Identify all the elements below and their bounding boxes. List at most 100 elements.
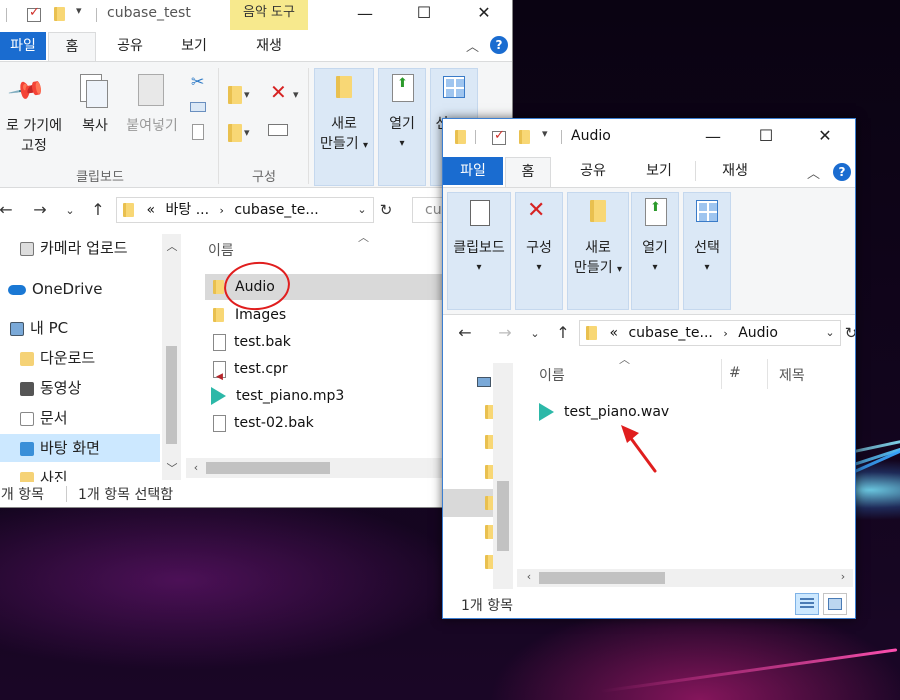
recent-locations-chevron-icon[interactable]: ⌄: [60, 199, 80, 223]
address-history-chevron-icon[interactable]: ⌄: [352, 198, 372, 222]
close-icon[interactable]: ✕: [813, 126, 837, 146]
breadcrumb-cubase-test[interactable]: cubase_te...: [628, 325, 712, 341]
list-item[interactable]: test.cpr: [205, 356, 445, 390]
delete-icon[interactable]: ✕: [270, 80, 287, 104]
breadcrumb-separator-icon[interactable]: ›: [220, 204, 224, 217]
close-icon[interactable]: ✕: [472, 3, 496, 23]
up-arrow-icon[interactable]: ↑: [553, 321, 573, 345]
recent-locations-chevron-icon[interactable]: ⌄: [525, 322, 545, 346]
title-bar[interactable]: ▾ cubase_test 음악 도구 — ☐ ✕: [0, 0, 512, 30]
nav-item-videos[interactable]: 동영상: [20, 374, 81, 402]
cut-icon[interactable]: ✂: [191, 72, 204, 91]
tab-share[interactable]: 공유: [567, 157, 619, 185]
customize-toolbar-chevron-icon[interactable]: ▾: [542, 127, 548, 140]
help-icon[interactable]: ?: [833, 163, 851, 181]
address-history-chevron-icon[interactable]: ⌄: [820, 321, 840, 345]
maximize-icon[interactable]: ☐: [412, 3, 436, 23]
back-arrow-icon[interactable]: ←: [0, 198, 16, 222]
scroll-down-icon[interactable]: ﹀: [164, 460, 180, 476]
rename-icon[interactable]: [268, 124, 288, 136]
scroll-thumb[interactable]: [539, 572, 665, 584]
column-divider[interactable]: [767, 359, 768, 389]
select-button[interactable]: 선택 ▾: [683, 238, 731, 278]
new-folder-icon[interactable]: [54, 7, 65, 21]
copy-button[interactable]: 복사: [72, 116, 118, 136]
nav-pane-scrollbar[interactable]: ︿ ﹀: [162, 234, 181, 480]
nav-item-desktop[interactable]: 바탕 화면: [0, 434, 160, 462]
column-header-number[interactable]: #: [729, 365, 741, 381]
help-icon[interactable]: ?: [490, 36, 508, 54]
breadcrumb-audio[interactable]: Audio: [738, 325, 778, 341]
nav-item-onedrive[interactable]: OneDrive: [8, 275, 103, 303]
nav-item-documents[interactable]: 문서: [20, 404, 68, 432]
properties-icon[interactable]: [492, 128, 506, 145]
column-divider[interactable]: [721, 359, 722, 389]
forward-arrow-icon[interactable]: →: [30, 198, 50, 222]
breadcrumb-desktop[interactable]: 바탕 ...: [165, 202, 209, 218]
tab-play[interactable]: 재생: [705, 157, 765, 185]
copy-to-icon[interactable]: [228, 124, 242, 142]
delete-dropdown-icon[interactable]: ▾: [293, 88, 299, 101]
back-arrow-icon[interactable]: ←: [455, 321, 475, 345]
new-folder-icon[interactable]: [519, 130, 530, 144]
scroll-thumb[interactable]: [206, 462, 330, 474]
nav-item-selected[interactable]: [443, 489, 496, 517]
breadcrumb-separator-icon[interactable]: ›: [723, 327, 727, 340]
customize-toolbar-chevron-icon[interactable]: ▾: [76, 4, 82, 17]
nav-item-downloads[interactable]: 다운로드: [20, 344, 95, 372]
pin-to-quick-access-button[interactable]: 로 가기에 고정: [0, 116, 72, 156]
explorer-window-cubase-test[interactable]: ▾ cubase_test 음악 도구 — ☐ ✕ 파일 홈 공유 보기 재생 …: [0, 0, 513, 508]
nav-item-this-pc[interactable]: 내 PC: [10, 314, 68, 342]
list-item[interactable]: test-02.bak: [205, 410, 445, 436]
paste-button[interactable]: 붙여넣기: [120, 116, 184, 136]
large-icons-view-icon[interactable]: [823, 593, 847, 615]
move-to-icon[interactable]: [228, 86, 242, 104]
paste-shortcut-icon[interactable]: [192, 124, 204, 140]
nav-item-camera-upload[interactable]: 카메라 업로드: [20, 234, 128, 262]
clipboard-button[interactable]: 클립보드 ▾: [447, 238, 511, 278]
computer-icon[interactable]: [477, 377, 491, 387]
column-header-title[interactable]: 제목: [779, 365, 805, 385]
nav-item-pictures[interactable]: 사진: [20, 464, 68, 482]
scroll-up-icon[interactable]: ︿: [164, 238, 180, 254]
properties-icon[interactable]: [27, 5, 41, 22]
copy-to-dropdown-icon[interactable]: ▾: [244, 126, 250, 139]
collapse-ribbon-chevron-icon[interactable]: ︿: [466, 36, 479, 55]
list-item[interactable]: test_piano.wav: [539, 399, 739, 425]
scroll-left-icon[interactable]: ‹: [521, 570, 537, 583]
move-to-dropdown-icon[interactable]: ▾: [244, 88, 250, 101]
collapse-ribbon-chevron-icon[interactable]: ︿: [807, 163, 820, 182]
explorer-window-audio[interactable]: ▾ Audio — ☐ ✕ 파일 홈 공유 보기 재생 ︿ ? 클립보드 ▾ ✕…: [442, 118, 856, 619]
new-button[interactable]: 새로 만들기 ▾: [312, 114, 376, 156]
list-item[interactable]: test.bak: [205, 329, 445, 355]
tab-file[interactable]: 파일: [443, 157, 503, 185]
scroll-thumb[interactable]: [497, 481, 509, 551]
address-bar[interactable]: « 바탕 ... › cubase_te...: [116, 197, 374, 223]
tab-play[interactable]: 재생: [238, 32, 300, 60]
tab-home[interactable]: 홈: [505, 157, 551, 187]
refresh-icon[interactable]: ↻: [841, 321, 855, 345]
scroll-thumb[interactable]: [166, 346, 177, 444]
maximize-icon[interactable]: ☐: [754, 126, 778, 146]
overflow-chevron[interactable]: «: [609, 325, 618, 341]
up-arrow-icon[interactable]: ↑: [88, 198, 108, 222]
copy-path-icon[interactable]: [190, 102, 206, 112]
title-bar[interactable]: ▾ Audio — ☐ ✕: [443, 119, 855, 155]
open-button[interactable]: 열기 ▾: [378, 114, 426, 154]
tab-view[interactable]: 보기: [633, 157, 685, 185]
tab-share[interactable]: 공유: [104, 32, 156, 60]
minimize-icon[interactable]: —: [353, 4, 377, 24]
tab-home[interactable]: 홈: [48, 32, 96, 62]
minimize-icon[interactable]: —: [701, 127, 725, 147]
scroll-right-icon[interactable]: ›: [835, 570, 851, 583]
new-button[interactable]: 새로 만들기 ▾: [567, 238, 629, 280]
open-button[interactable]: 열기 ▾: [631, 238, 679, 278]
nav-pane-scrollbar[interactable]: [493, 363, 513, 589]
details-view-icon[interactable]: [795, 593, 819, 615]
horizontal-scrollbar[interactable]: ‹ ›: [517, 569, 853, 587]
tab-view[interactable]: 보기: [168, 32, 220, 60]
address-bar[interactable]: « cubase_te... › Audio: [579, 320, 841, 346]
column-header-name[interactable]: 이름: [539, 365, 565, 385]
forward-arrow-icon[interactable]: →: [495, 321, 515, 345]
overflow-chevron[interactable]: «: [146, 202, 155, 218]
